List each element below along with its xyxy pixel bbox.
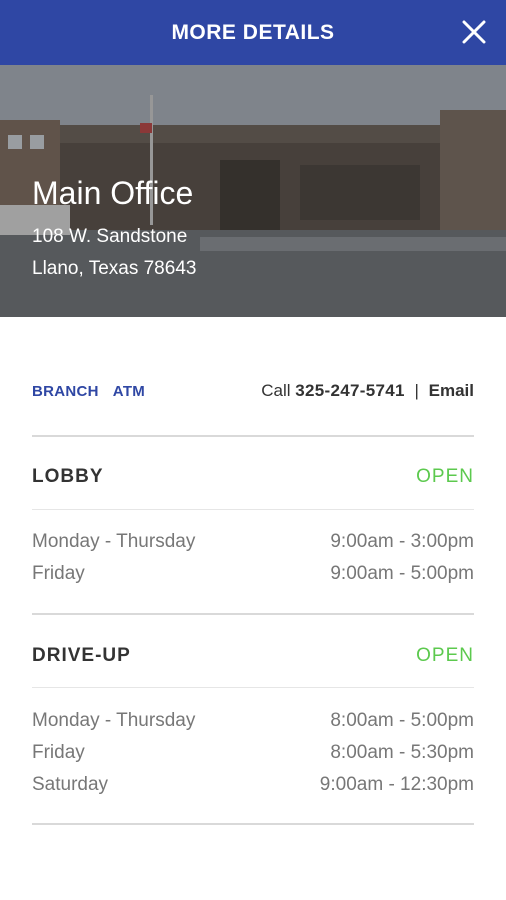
email-link[interactable]: Email bbox=[429, 381, 474, 400]
tag-branch[interactable]: BRANCH bbox=[32, 383, 99, 400]
hours-row: Monday - Thursday 9:00am - 3:00pm bbox=[32, 526, 474, 558]
hours-days: Friday bbox=[32, 563, 85, 584]
hours-days: Saturday bbox=[32, 774, 109, 795]
contact-info: Call 325-247-5741 | Email bbox=[261, 381, 474, 401]
divider bbox=[32, 613, 474, 615]
hours-days: Monday - Thursday bbox=[32, 710, 196, 731]
branch-name: Main Office bbox=[32, 175, 194, 211]
address-line-2: Llano, Texas 78643 bbox=[32, 258, 197, 279]
drive-up-status: OPEN bbox=[416, 645, 474, 666]
tags-contact-row: BRANCH ATM Call 325-247-5741 | Email bbox=[32, 379, 474, 403]
hours-days: Friday bbox=[32, 742, 85, 763]
address-line-1: 108 W. Sandstone bbox=[32, 226, 188, 247]
hours-row: Saturday 9:00am - 12:30pm bbox=[32, 769, 474, 801]
divider bbox=[32, 435, 474, 437]
drive-up-title: DRIVE-UP bbox=[32, 645, 131, 666]
divider bbox=[32, 509, 474, 510]
hours-time: 9:00am - 12:30pm bbox=[319, 774, 474, 795]
drive-up-hours: Monday - Thursday 8:00am - 5:00pm Friday… bbox=[32, 705, 474, 801]
contact-separator: | bbox=[414, 381, 419, 400]
phone-link[interactable]: 325-247-5741 bbox=[295, 381, 404, 400]
branch-photo: Main Office 108 W. Sandstone Llano, Texa… bbox=[0, 65, 506, 317]
header-bar: MORE DETAILS bbox=[0, 0, 506, 65]
service-tags: BRANCH ATM bbox=[32, 383, 145, 400]
hours-row: Monday - Thursday 8:00am - 5:00pm bbox=[32, 705, 474, 737]
tag-atm[interactable]: ATM bbox=[113, 383, 145, 400]
hours-row: Friday 8:00am - 5:30pm bbox=[32, 737, 474, 769]
lobby-title: LOBBY bbox=[32, 466, 104, 487]
branch-info: Main Office 108 W. Sandstone Llano, Texa… bbox=[32, 175, 196, 285]
close-icon bbox=[462, 20, 486, 44]
hours-time: 8:00am - 5:30pm bbox=[330, 742, 474, 763]
hours-time: 9:00am - 3:00pm bbox=[330, 531, 474, 552]
close-button[interactable] bbox=[456, 14, 492, 50]
lobby-status: OPEN bbox=[416, 466, 474, 487]
hours-row: Friday 9:00am - 5:00pm bbox=[32, 558, 474, 590]
hours-time: 8:00am - 5:00pm bbox=[330, 710, 474, 731]
drive-up-header: DRIVE-UP OPEN bbox=[32, 641, 474, 671]
lobby-hours: Monday - Thursday 9:00am - 3:00pm Friday… bbox=[32, 526, 474, 590]
header-title: MORE DETAILS bbox=[171, 20, 335, 44]
divider bbox=[32, 687, 474, 688]
divider bbox=[32, 823, 474, 825]
call-label: Call bbox=[261, 381, 291, 400]
lobby-header: LOBBY OPEN bbox=[32, 462, 474, 492]
hours-days: Monday - Thursday bbox=[32, 531, 196, 552]
hours-time: 9:00am - 5:00pm bbox=[330, 563, 474, 584]
